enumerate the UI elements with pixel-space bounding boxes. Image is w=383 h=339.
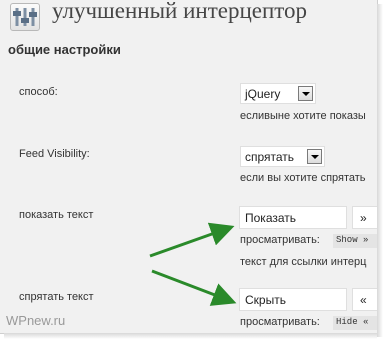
panel-shadow-right (377, 4, 383, 337)
watermark: WPnew.ru (6, 313, 66, 328)
arrow-to-show-text (149, 222, 235, 258)
annotation-arrows (149, 222, 237, 306)
arrow-to-hide-text (151, 269, 237, 306)
settings-panel: улучшенный интерцептор общие настройки с… (0, 0, 378, 334)
panel-shadow-bottom (4, 333, 377, 339)
